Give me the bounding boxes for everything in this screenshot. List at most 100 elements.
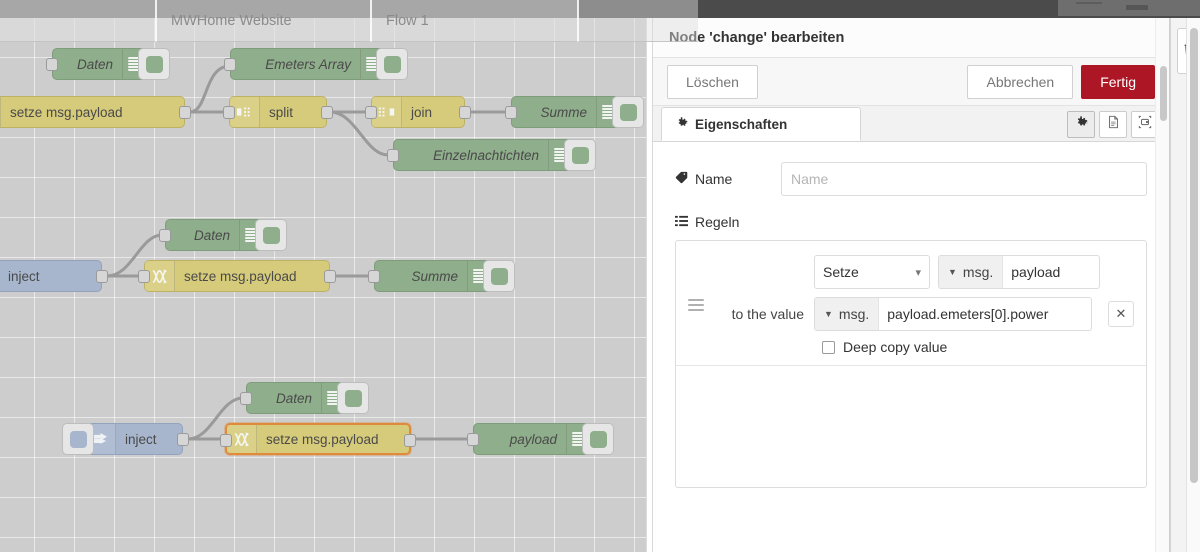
flow-node-n-daten-top[interactable]: Daten [52, 48, 147, 80]
node-input-port[interactable] [368, 270, 380, 283]
flow-node-n-split[interactable]: split [229, 96, 327, 128]
flow-node-n-join[interactable]: join [371, 96, 465, 128]
flow-tab-2[interactable]: Flow 1 [371, 0, 578, 42]
node-input-port[interactable] [505, 106, 517, 119]
name-input[interactable] [781, 162, 1147, 196]
panel-body: Name Regeln [653, 142, 1169, 552]
node-label: inject [116, 432, 182, 447]
flow-node-n-payload-bot[interactable]: payload [473, 423, 591, 455]
rule-action-line: Setze ▾ ▼ msg. payload [688, 255, 1134, 289]
rule-value-input[interactable]: ▼ msg. payload.emeters[0].power [814, 297, 1092, 331]
node-output-port[interactable] [177, 433, 189, 446]
node-input-port[interactable] [46, 58, 58, 71]
debug-toggle-button[interactable] [376, 48, 408, 80]
node-input-port[interactable] [467, 433, 479, 446]
debug-toggle-button[interactable] [138, 48, 170, 80]
node-output-port[interactable] [459, 106, 471, 119]
debug-toggle-button[interactable] [564, 139, 596, 171]
rules-header: Regeln [675, 214, 1147, 230]
canvas-scrollbar-vertical[interactable] [1186, 18, 1200, 552]
debug-toggle-button[interactable] [255, 219, 287, 251]
debug-toggle-button[interactable] [337, 382, 369, 414]
cancel-button[interactable]: Abbrechen [967, 65, 1073, 99]
caret-down-icon: ▼ [824, 309, 833, 319]
done-button[interactable]: Fertig [1081, 65, 1155, 99]
rule-target-input[interactable]: ▼ msg. payload [938, 255, 1100, 289]
node-label: inject [0, 269, 101, 284]
name-row: Name [675, 162, 1147, 196]
node-label: Summe [375, 269, 467, 284]
panel-tab-bar: Eigenschaften [653, 106, 1169, 142]
rule-target-type-select[interactable]: ▼ msg. [939, 256, 1003, 288]
debug-toggle-button[interactable] [612, 96, 644, 128]
edit-node-panel: Node 'change' bearbeiten Löschen Abbrech… [652, 18, 1170, 552]
panel-title: Node 'change' bearbeiten [653, 18, 1169, 58]
flow-node-n-inject-mid[interactable]: inject [0, 260, 102, 292]
node-input-port[interactable] [138, 270, 150, 283]
node-red-editor: Daten Emeters Array setze msg.payload split… [0, 0, 1200, 552]
node-output-port[interactable] [321, 106, 333, 119]
flow-tab-0[interactable]: 3 [0, 0, 156, 42]
node-input-port[interactable] [223, 106, 235, 119]
node-output-port[interactable] [404, 434, 416, 447]
node-label: split [260, 105, 326, 120]
node-input-port[interactable] [387, 149, 399, 162]
flow-node-n-setze-mid[interactable]: setze msg.payload [144, 260, 330, 292]
rule-value-value[interactable]: payload.emeters[0].power [879, 298, 1091, 330]
rules-label: Regeln [695, 214, 739, 230]
rule-delete-button[interactable]: ✕ [1108, 301, 1134, 327]
rule-value-line: to the value ▼ msg. payload.emeters[0].p… [688, 297, 1134, 331]
flow-node-n-daten-bot[interactable]: Daten [246, 382, 346, 414]
flow-node-n-setze-bot[interactable]: setze msg.payload [225, 423, 411, 455]
flow-node-n-emeters-array[interactable]: Emeters Array [230, 48, 385, 80]
rule-to-label: to the value [688, 306, 806, 322]
rule-drag-handle[interactable] [688, 299, 704, 311]
node-input-port[interactable] [220, 434, 232, 447]
node-label: Summe [512, 105, 596, 120]
chevron-down-icon: ▾ [915, 266, 921, 279]
node-input-port[interactable] [240, 392, 252, 405]
node-output-port[interactable] [324, 270, 336, 283]
rule-action-select[interactable]: Setze ▾ [814, 255, 930, 289]
node-output-port[interactable] [96, 270, 108, 283]
inject-trigger-button[interactable] [62, 423, 94, 455]
flow-tab-label: Flow 1 [386, 13, 429, 29]
flow-node-n-einzelnachrichten[interactable]: Einzelnachtichten [393, 139, 573, 171]
panel-scrollbar-vertical[interactable] [1155, 18, 1169, 552]
rule-target-value[interactable]: payload [1003, 256, 1099, 288]
flow-canvas[interactable]: Daten Emeters Array setze msg.payload split… [0, 18, 646, 552]
node-output-port[interactable] [179, 106, 191, 119]
flow-tab-1[interactable]: MWHome Website [156, 0, 371, 42]
properties-icon-button[interactable] [1067, 111, 1095, 138]
rule-target-type: msg. [963, 264, 993, 280]
tab-eigenschaften[interactable]: Eigenschaften [661, 107, 861, 141]
list-icon [675, 214, 688, 230]
delete-button[interactable]: Löschen [667, 65, 758, 99]
description-icon-button[interactable] [1099, 111, 1127, 138]
title-bar-notch [1126, 5, 1148, 10]
deep-copy-row: Deep copy value [822, 339, 1134, 355]
appearance-icon [1138, 115, 1152, 134]
name-label: Name [695, 171, 732, 187]
document-icon [1107, 115, 1120, 134]
node-input-port[interactable] [365, 106, 377, 119]
name-label-group: Name [675, 171, 781, 187]
flow-tab-3[interactable] [578, 0, 698, 42]
deep-copy-checkbox[interactable] [822, 341, 835, 354]
canvas-scrollbar-thumb[interactable] [1190, 28, 1198, 483]
node-input-port[interactable] [224, 58, 236, 71]
caret-down-icon: ▼ [948, 267, 957, 277]
flow-node-n-summe-mid[interactable]: Summe [374, 260, 492, 292]
debug-toggle-button[interactable] [582, 423, 614, 455]
panel-scrollbar-thumb[interactable] [1160, 66, 1167, 121]
title-bar-notch-secondary [1076, 2, 1102, 4]
flow-node-n-daten-mid[interactable]: Daten [165, 219, 264, 251]
flow-node-n-inject-bot[interactable]: inject [85, 423, 183, 455]
debug-toggle-button[interactable] [483, 260, 515, 292]
node-label: payload [474, 432, 566, 447]
node-label: setze msg.payload [257, 432, 409, 447]
flow-node-n-setze-1[interactable]: setze msg.payload [0, 96, 185, 128]
rule-value-type-select[interactable]: ▼ msg. [815, 298, 879, 330]
flow-node-n-summe-top[interactable]: Summe [511, 96, 621, 128]
node-input-port[interactable] [159, 229, 171, 242]
